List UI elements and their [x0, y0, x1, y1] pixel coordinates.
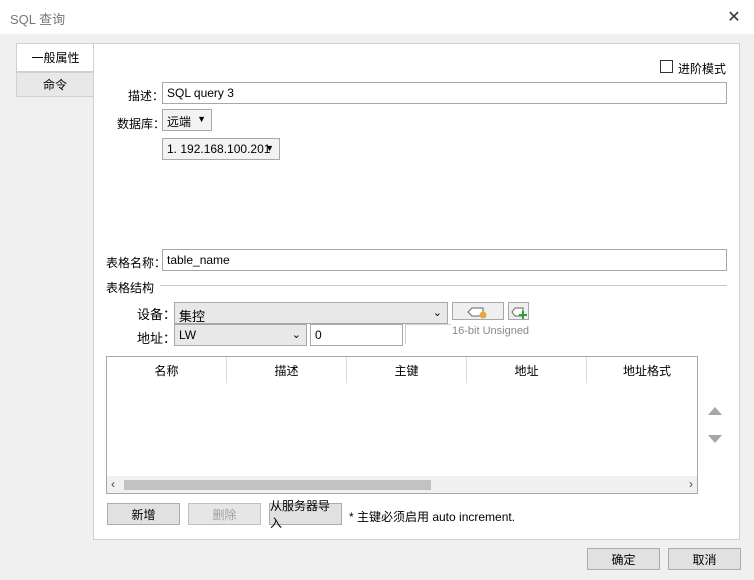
chevron-down-icon: ⌄	[291, 329, 301, 341]
primary-key-note: * 主键必须启用 auto increment.	[349, 510, 516, 524]
move-down-icon[interactable]	[708, 435, 722, 443]
grid-column-name[interactable]: 名称	[107, 357, 227, 383]
server-select[interactable]: 1. 192.168.100.201 ▼	[162, 138, 280, 160]
device-select[interactable]: 集控 ⌄	[174, 302, 448, 324]
table-name-input[interactable]: table_name	[162, 249, 727, 271]
data-format-label: 16-bit Unsigned	[452, 325, 530, 337]
table-structure-divider	[160, 285, 727, 286]
device-settings-button[interactable]	[452, 302, 504, 320]
close-icon[interactable]: ✕	[714, 0, 754, 34]
tab-command-label: 命令	[42, 78, 67, 92]
title-bar: SQL 查询 ✕	[0, 0, 754, 34]
grid-column-description[interactable]: 描述	[227, 357, 347, 383]
database-select[interactable]: 远端 ▼	[162, 109, 212, 131]
tab-general[interactable]: 一般属性	[16, 43, 94, 72]
tab-general-label: 一般属性	[31, 51, 80, 65]
address-input[interactable]: 0	[310, 324, 403, 346]
table-structure-label: 表格结构	[106, 281, 155, 295]
scroll-right-icon[interactable]: ›	[689, 477, 693, 491]
table-structure-grid[interactable]: 名称 描述 主键 地址 地址格式 ‹ ›	[106, 356, 698, 494]
scrollbar-thumb[interactable]	[124, 480, 431, 490]
database-value: 远端	[167, 115, 192, 129]
ok-button[interactable]: 确定	[587, 548, 660, 570]
address-type-value: LW	[179, 328, 197, 342]
device-label: 设备：	[137, 307, 177, 322]
server-value: 1. 192.168.100.201	[167, 142, 271, 156]
description-label: 描述：	[128, 89, 165, 103]
add-device-button[interactable]	[508, 302, 529, 320]
import-from-server-button[interactable]: 从服务器导入	[269, 499, 342, 530]
delete-button[interactable]: 删除	[188, 503, 261, 525]
grid-column-address-format[interactable]: 地址格式	[587, 357, 707, 383]
table-name-label: 表格名称：	[106, 256, 167, 270]
tag-add-icon	[511, 307, 527, 319]
horizontal-scrollbar[interactable]: ‹ ›	[107, 476, 697, 493]
advanced-mode-checkbox[interactable]	[660, 60, 673, 73]
grid-header: 名称 描述 主键 地址 地址格式	[107, 357, 707, 383]
cancel-button[interactable]: 取消	[668, 548, 741, 570]
advanced-mode-label: 进阶模式	[678, 62, 727, 76]
scroll-left-icon[interactable]: ‹	[111, 477, 115, 491]
chevron-down-icon: ▼	[197, 114, 206, 124]
window-title: SQL 查询	[10, 12, 66, 27]
address-label: 地址：	[137, 331, 177, 346]
grid-column-primary-key[interactable]: 主键	[347, 357, 467, 383]
tag-settings-icon	[467, 307, 487, 319]
tab-command[interactable]: 命令	[16, 72, 94, 97]
move-up-icon[interactable]	[708, 407, 722, 415]
description-input[interactable]: SQL query 3	[162, 82, 727, 104]
add-button[interactable]: 新增	[107, 503, 180, 525]
database-label: 数据库：	[117, 117, 166, 131]
grid-column-address[interactable]: 地址	[467, 357, 587, 383]
chevron-down-icon: ⌄	[432, 307, 442, 319]
address-extra-field	[405, 324, 451, 344]
device-value: 集控	[179, 309, 206, 324]
address-type-select[interactable]: LW ⌄	[174, 324, 307, 346]
chevron-down-icon: ▼	[265, 143, 274, 153]
